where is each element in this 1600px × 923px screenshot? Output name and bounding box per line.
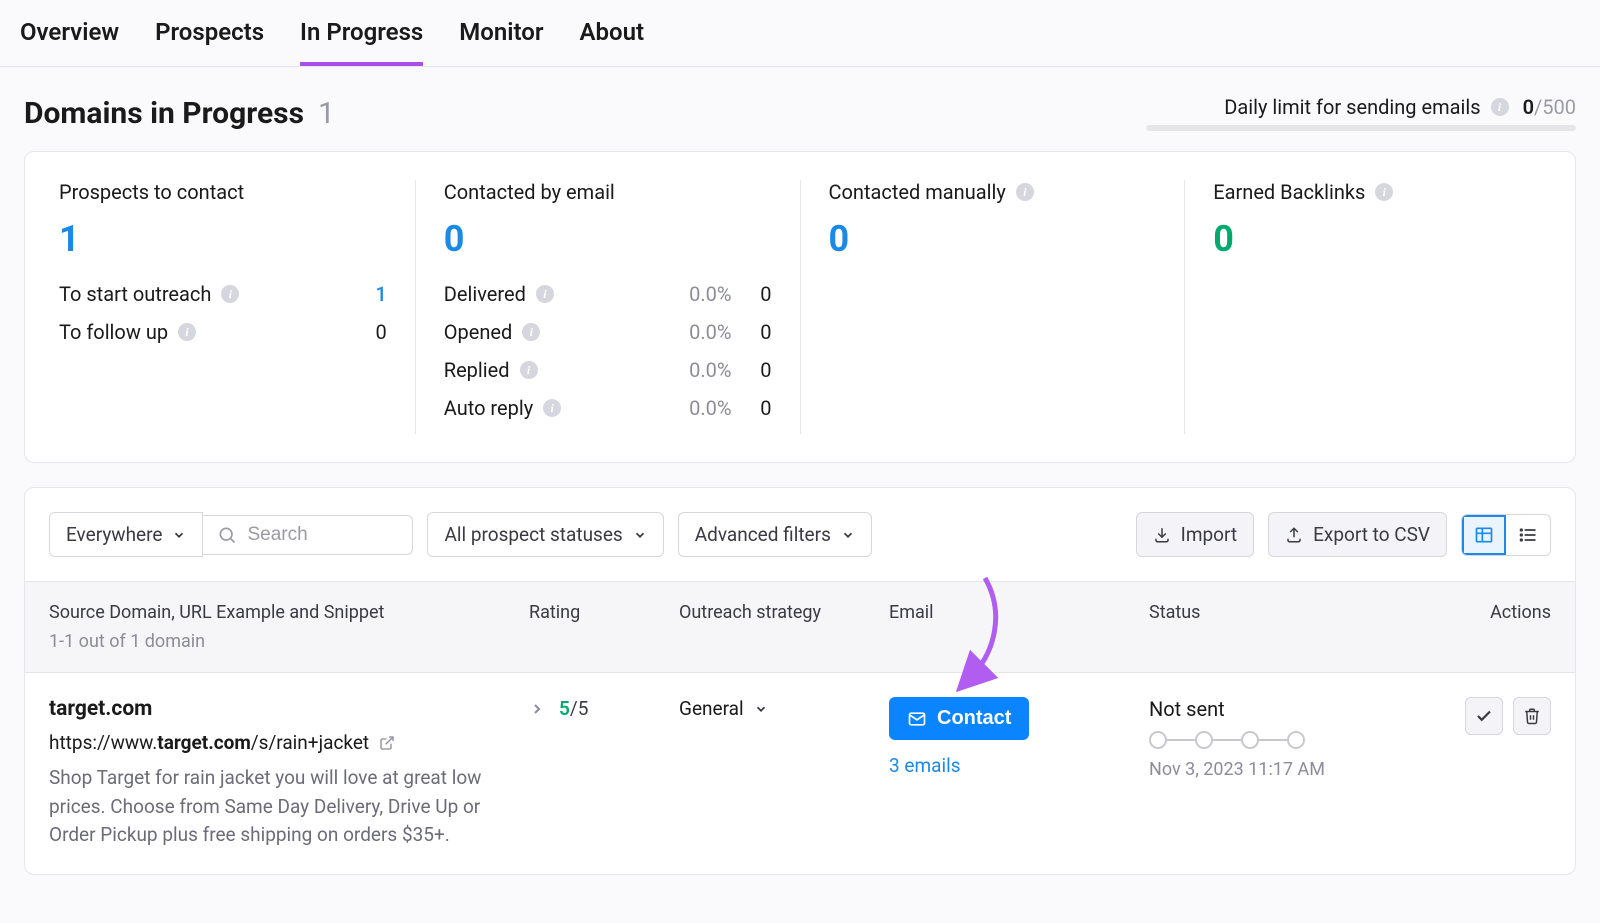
contacted-manually-label: Contacted manually bbox=[829, 180, 1006, 204]
advanced-filters-dropdown[interactable]: Advanced filters bbox=[678, 512, 872, 557]
chevron-down-icon bbox=[841, 528, 855, 542]
to-follow-up-label: To follow up bbox=[59, 320, 168, 344]
tab-in-progress[interactable]: In Progress bbox=[300, 18, 423, 66]
tab-monitor[interactable]: Monitor bbox=[459, 18, 543, 66]
row-status-date: Nov 3, 2023 11:17 AM bbox=[1149, 759, 1409, 780]
table-icon bbox=[1474, 525, 1494, 545]
info-icon[interactable]: i bbox=[520, 361, 538, 379]
daily-limit: Daily limit for sending emails i 0/500 bbox=[1146, 95, 1576, 131]
tab-prospects[interactable]: Prospects bbox=[155, 18, 264, 66]
import-button[interactable]: Import bbox=[1136, 512, 1254, 557]
trash-icon bbox=[1523, 707, 1541, 725]
tab-overview[interactable]: Overview bbox=[20, 18, 119, 66]
delivered-num: 0 bbox=[732, 282, 772, 306]
search-input-wrap[interactable] bbox=[203, 515, 413, 555]
replied-label: Replied bbox=[444, 358, 510, 382]
view-list-button[interactable] bbox=[1506, 515, 1550, 555]
to-start-outreach-label: To start outreach bbox=[59, 282, 211, 306]
to-start-outreach-value[interactable]: 1 bbox=[347, 282, 387, 306]
scope-dropdown[interactable]: Everywhere bbox=[49, 512, 203, 557]
info-icon[interactable]: i bbox=[536, 285, 554, 303]
daily-limit-total: /500 bbox=[1534, 95, 1576, 119]
auto-reply-num: 0 bbox=[732, 396, 772, 420]
info-icon[interactable]: i bbox=[1491, 98, 1509, 116]
row-status: Not sent bbox=[1149, 697, 1409, 721]
search-icon bbox=[217, 525, 237, 545]
contact-label: Contact bbox=[937, 707, 1011, 730]
to-follow-up-value: 0 bbox=[347, 320, 387, 344]
col-status-label: Status bbox=[1149, 602, 1409, 652]
row-snippet: Shop Target for rain jacket you will lov… bbox=[49, 764, 489, 850]
delivered-pct: 0.0% bbox=[662, 282, 732, 306]
table-row: target.com https://www.target.com/s/rain… bbox=[25, 673, 1575, 874]
col-source-label: Source Domain, URL Example and Snippet bbox=[49, 602, 529, 623]
earned-backlinks-value[interactable]: 0 bbox=[1213, 218, 1541, 260]
info-icon[interactable]: i bbox=[1375, 183, 1393, 201]
scope-label: Everywhere bbox=[66, 523, 162, 546]
col-source-sub: 1-1 out of 1 domain bbox=[49, 631, 529, 652]
earned-backlinks-label: Earned Backlinks bbox=[1213, 180, 1365, 204]
chevron-down-icon bbox=[172, 528, 186, 542]
summary-card: Prospects to contact 1 To start outreach… bbox=[24, 151, 1576, 463]
view-toggle bbox=[1461, 514, 1551, 556]
contacted-by-email-value[interactable]: 0 bbox=[444, 218, 772, 260]
export-icon bbox=[1285, 526, 1303, 544]
info-icon[interactable]: i bbox=[1016, 183, 1034, 201]
row-strategy-dropdown[interactable]: General bbox=[679, 697, 889, 720]
daily-limit-bar bbox=[1146, 125, 1576, 131]
delivered-label: Delivered bbox=[444, 282, 526, 306]
page-count: 1 bbox=[318, 96, 335, 131]
col-actions-label: Actions bbox=[1409, 602, 1551, 652]
mark-done-button[interactable] bbox=[1465, 697, 1503, 735]
page-title: Domains in Progress bbox=[24, 96, 304, 131]
view-table-button[interactable] bbox=[1462, 515, 1506, 555]
import-label: Import bbox=[1181, 523, 1237, 546]
info-icon[interactable]: i bbox=[522, 323, 540, 341]
prospects-to-contact-value[interactable]: 1 bbox=[59, 218, 387, 260]
row-strategy-label: General bbox=[679, 697, 744, 720]
replied-pct: 0.0% bbox=[662, 358, 732, 382]
import-icon bbox=[1153, 526, 1171, 544]
export-csv-button[interactable]: Export to CSV bbox=[1268, 512, 1447, 557]
auto-reply-label: Auto reply bbox=[444, 396, 533, 420]
main-tabs: Overview Prospects In Progress Monitor A… bbox=[0, 0, 1600, 67]
chevron-right-icon[interactable] bbox=[529, 701, 545, 717]
daily-limit-used: 0 bbox=[1523, 95, 1534, 119]
status-filter-dropdown[interactable]: All prospect statuses bbox=[427, 512, 663, 557]
external-link-icon[interactable] bbox=[379, 735, 395, 751]
tab-about[interactable]: About bbox=[579, 18, 644, 66]
list-icon bbox=[1518, 525, 1538, 545]
col-email-label: Email bbox=[889, 602, 1149, 652]
prospects-to-contact-label: Prospects to contact bbox=[59, 180, 244, 204]
row-url[interactable]: https://www.target.com/s/rain+jacket bbox=[49, 731, 529, 754]
row-rating: 5/5 bbox=[559, 697, 588, 720]
search-input[interactable] bbox=[247, 524, 398, 546]
contacted-by-email-label: Contacted by email bbox=[444, 180, 615, 204]
check-icon bbox=[1475, 707, 1493, 725]
opened-pct: 0.0% bbox=[662, 320, 732, 344]
info-icon[interactable]: i bbox=[221, 285, 239, 303]
chevron-down-icon bbox=[754, 702, 768, 716]
status-progress bbox=[1149, 731, 1409, 749]
daily-limit-label: Daily limit for sending emails bbox=[1224, 95, 1480, 119]
col-rating-label: Rating bbox=[529, 602, 679, 652]
info-icon[interactable]: i bbox=[543, 399, 561, 417]
opened-num: 0 bbox=[732, 320, 772, 344]
advanced-filters-label: Advanced filters bbox=[695, 523, 831, 546]
table-header: Source Domain, URL Example and Snippet 1… bbox=[25, 581, 1575, 673]
col-strategy-label: Outreach strategy bbox=[679, 602, 889, 652]
mail-icon bbox=[907, 709, 927, 729]
export-label: Export to CSV bbox=[1313, 523, 1430, 546]
delete-button[interactable] bbox=[1513, 697, 1551, 735]
auto-reply-pct: 0.0% bbox=[662, 396, 732, 420]
replied-num: 0 bbox=[732, 358, 772, 382]
chevron-down-icon bbox=[633, 528, 647, 542]
status-filter-label: All prospect statuses bbox=[444, 523, 622, 546]
row-domain[interactable]: target.com bbox=[49, 697, 529, 721]
contacted-manually-value[interactable]: 0 bbox=[829, 218, 1157, 260]
contact-button[interactable]: Contact bbox=[889, 697, 1029, 740]
info-icon[interactable]: i bbox=[178, 323, 196, 341]
opened-label: Opened bbox=[444, 320, 513, 344]
emails-count-link[interactable]: 3 emails bbox=[889, 754, 1149, 777]
